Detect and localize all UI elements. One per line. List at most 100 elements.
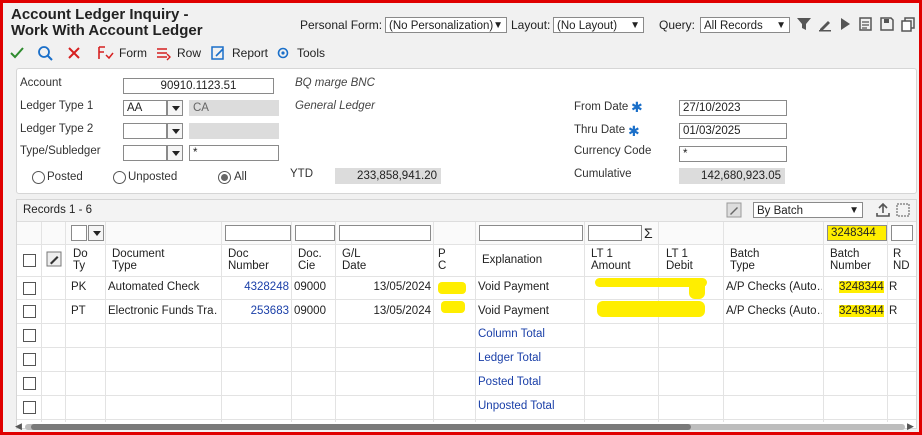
qbe-rnd[interactable]: [891, 225, 913, 241]
records-count: Records 1 - 6: [23, 204, 93, 216]
col-gl-date[interactable]: G/L Date: [342, 248, 366, 272]
row-checkbox[interactable]: [23, 329, 36, 342]
col-pc[interactable]: PC: [438, 248, 446, 272]
report-menu[interactable]: Report: [210, 45, 268, 61]
qbe-doc-cie[interactable]: [295, 225, 335, 241]
col-batch-number[interactable]: Batch Number: [830, 248, 871, 272]
row-menu[interactable]: Row: [155, 45, 201, 61]
table-row[interactable]: PT Electronic Funds Tra… 253683 09000 13…: [17, 300, 916, 323]
col-doc-cie[interactable]: Doc. Cie: [298, 248, 322, 272]
row-edit-icon[interactable]: [46, 251, 62, 267]
from-date-field[interactable]: 27/10/2023: [679, 100, 787, 116]
ledger-type1-dropdown[interactable]: [167, 100, 183, 116]
ledger-type1-field[interactable]: AA: [123, 100, 167, 116]
sum-icon[interactable]: Σ: [644, 225, 653, 241]
clear-filter-icon[interactable]: [817, 16, 833, 32]
column-total-label: Column Total: [478, 328, 545, 340]
cell-doc-number[interactable]: 253683: [225, 305, 289, 317]
ledger-type2-dropdown[interactable]: [167, 123, 183, 139]
ledger-description: General Ledger: [295, 100, 375, 112]
ok-check-icon[interactable]: [9, 45, 25, 61]
col-batch-type[interactable]: Batch Type: [730, 248, 759, 272]
qbe-gl-date[interactable]: [339, 225, 431, 241]
play-icon[interactable]: [837, 16, 853, 32]
qbe-lt1-amount[interactable]: [588, 225, 642, 241]
tools-menu[interactable]: Tools: [275, 45, 325, 61]
qbe-do-ty-dropdown[interactable]: [88, 225, 104, 241]
row-checkbox[interactable]: [23, 401, 36, 414]
ledger-type2-field[interactable]: [123, 123, 167, 139]
highlight-mark: [597, 301, 705, 317]
ytd-label: YTD: [290, 168, 313, 180]
select-all-checkbox[interactable]: [23, 254, 36, 267]
cell-do-ty: PT: [71, 305, 86, 317]
form-menu[interactable]: Form: [97, 45, 147, 61]
export-icon[interactable]: [875, 202, 891, 218]
save-query-icon[interactable]: [879, 16, 895, 32]
posted-radio[interactable]: [32, 171, 45, 184]
col-do-ty[interactable]: Do Ty: [73, 248, 88, 272]
layout-select[interactable]: (No Layout) ▼: [553, 17, 644, 33]
row-checkbox[interactable]: [23, 353, 36, 366]
cell-explanation: Void Payment: [478, 305, 549, 317]
search-icon[interactable]: [37, 45, 53, 61]
col-explanation[interactable]: Explanation: [482, 254, 542, 266]
ledger-type2-label: Ledger Type 2: [20, 123, 94, 135]
posted-total-label: Posted Total: [478, 376, 542, 388]
ledger-type2-code: [189, 123, 279, 139]
row-checkbox[interactable]: [23, 377, 36, 390]
unposted-radio[interactable]: [113, 171, 126, 184]
required-star-icon: ✱: [628, 123, 640, 139]
qbe-explanation[interactable]: [479, 225, 583, 241]
page-title: Account Ledger Inquiry - Work With Accou…: [11, 6, 203, 39]
form-menu-label: Form: [119, 46, 147, 60]
currency-code-label: Currency Code: [574, 145, 652, 157]
chevron-down-icon: ▼: [849, 205, 859, 216]
all-radio[interactable]: [218, 171, 231, 184]
query-select[interactable]: All Records ▼: [700, 17, 790, 33]
edit-grid-icon[interactable]: [726, 202, 742, 218]
from-date-label: From Date: [574, 101, 629, 113]
ledger-type1-label: Ledger Type 1: [20, 100, 94, 112]
col-lt1-amount[interactable]: LT 1 Amount: [591, 248, 631, 272]
table-row[interactable]: PK Automated Check 4328248 09000 13/05/2…: [17, 277, 916, 299]
subledger-type-dropdown[interactable]: [167, 145, 183, 161]
qbe-batch-number[interactable]: 3248344: [827, 225, 887, 241]
filter-icon[interactable]: [796, 16, 812, 32]
qbe-doc-number[interactable]: [225, 225, 291, 241]
cell-batch-type: A/P Checks (Auto…: [726, 281, 822, 293]
copy-query-icon[interactable]: [900, 16, 916, 32]
account-field[interactable]: 90910.1123.51: [123, 78, 274, 94]
scroll-left-icon[interactable]: ◀: [15, 421, 22, 432]
ledger-total-label: Ledger Total: [478, 352, 542, 364]
ytd-value: 233,858,941.20: [335, 168, 441, 184]
cell-explanation: Void Payment: [478, 281, 549, 293]
query-manager-icon[interactable]: [858, 16, 874, 32]
scroll-right-icon[interactable]: ▶: [907, 421, 914, 432]
thru-date-label: Thru Date: [574, 124, 626, 136]
report-icon: [211, 46, 224, 60]
cell-gl-date: 13/05/2024: [373, 305, 431, 317]
subledger-type-field[interactable]: [123, 145, 167, 161]
qbe-do-ty[interactable]: [71, 225, 87, 241]
horizontal-scrollbar[interactable]: [25, 424, 905, 430]
all-radio-label: All: [234, 171, 247, 183]
cell-rnd: R: [889, 305, 898, 317]
close-icon[interactable]: [66, 45, 82, 61]
personal-form-select[interactable]: (No Personalization) ▼: [385, 17, 507, 33]
currency-code-field[interactable]: *: [679, 146, 787, 162]
col-rnd[interactable]: R ND: [893, 248, 910, 272]
scrollbar-thumb[interactable]: [31, 424, 691, 430]
col-lt1-debit[interactable]: LT 1 Debit: [666, 248, 693, 272]
col-doc-type[interactable]: Document Type: [112, 248, 164, 272]
col-doc-number[interactable]: Doc Number: [228, 248, 269, 272]
row-checkbox[interactable]: [23, 282, 36, 295]
cell-doc-number[interactable]: 4328248: [225, 281, 289, 293]
subledger-field[interactable]: *: [189, 145, 279, 161]
type-subledger-label: Type/Subledger: [20, 145, 101, 157]
row-checkbox[interactable]: [23, 305, 36, 318]
highlight-mark: [441, 301, 465, 313]
maximize-icon[interactable]: [895, 202, 911, 218]
thru-date-field[interactable]: 01/03/2025: [679, 123, 787, 139]
view-by-select[interactable]: By Batch ▼: [753, 202, 863, 218]
